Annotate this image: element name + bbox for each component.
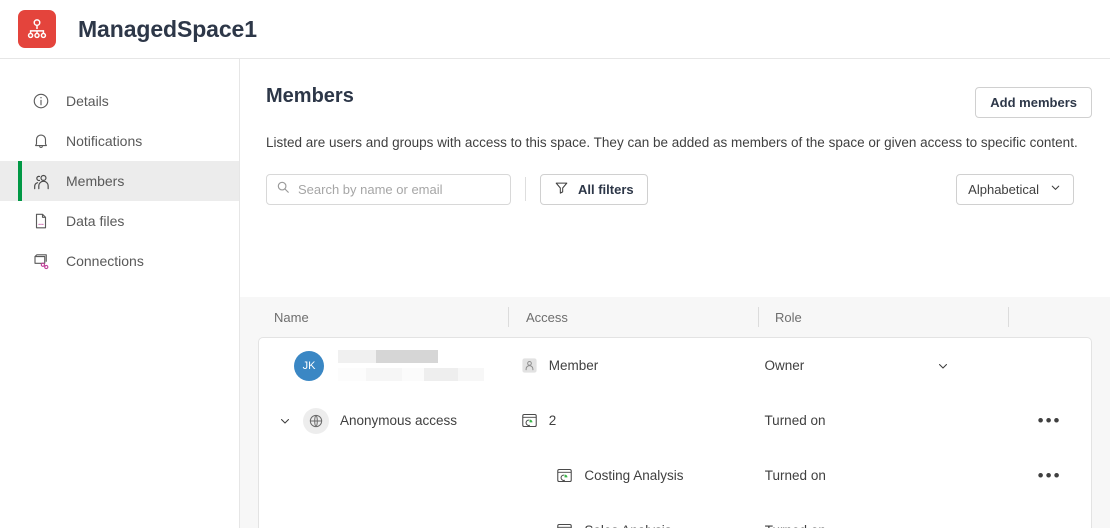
file-icon [30, 210, 52, 232]
cell-actions: ••• [1008, 522, 1091, 528]
hierarchy-icon [18, 10, 56, 48]
sidebar-item-label: Details [66, 93, 109, 109]
role-label: Turned on [764, 413, 826, 428]
sort-dropdown[interactable]: Alphabetical [956, 173, 1074, 205]
funnel-icon [554, 180, 569, 198]
members-table: Name Access Role JK Member Owner Anonymo… [240, 297, 1110, 528]
cell-actions: ••• [1008, 467, 1091, 484]
sidebar-item-connections[interactable]: Connections [0, 241, 239, 281]
column-header-role: Role [758, 297, 1008, 337]
column-header-name: Name [274, 309, 309, 325]
table-row[interactable]: Sales Analysis Turned on ••• [259, 503, 1091, 528]
bell-icon [30, 130, 52, 152]
role-label: Owner [764, 358, 805, 373]
column-header-access: Access [508, 297, 758, 337]
app-chart-icon [556, 522, 573, 528]
info-circle-icon [30, 90, 52, 112]
page-title: ManagedSpace1 [78, 15, 257, 42]
access-label: Member [548, 358, 599, 373]
sidebar: Details Notifications Members Data files… [0, 59, 240, 528]
group-name-label: Anonymous access [340, 413, 458, 428]
more-dots-icon[interactable]: ••• [1038, 522, 1062, 528]
cell-role: Turned on [764, 413, 1008, 428]
avatar: JK [294, 350, 324, 381]
more-dots-icon[interactable]: ••• [1038, 412, 1062, 429]
sidebar-item-label: Notifications [66, 133, 143, 149]
cell-role: Turned on [765, 468, 1008, 483]
table-header-row: Name Access Role [240, 297, 1110, 337]
members-card: JK Member Owner Anonymous access 2 Turne… [258, 337, 1092, 528]
all-filters-label: All filters [578, 181, 634, 197]
globe-icon [303, 407, 329, 434]
column-header-actions [1008, 297, 1093, 337]
members-toolbar: All filters Alphabetical [266, 173, 1092, 205]
connection-icon [30, 250, 52, 272]
people-icon [30, 170, 52, 192]
sidebar-item-notifications[interactable]: Notifications [0, 121, 239, 161]
toolbar-divider [525, 177, 526, 202]
cell-access: Costing Analysis [520, 467, 764, 484]
cell-access: Member [521, 357, 765, 374]
chevron-down-icon [1049, 181, 1062, 197]
role-label: Turned on [765, 523, 826, 528]
table-row[interactable]: JK Member Owner [259, 338, 1091, 393]
sidebar-item-data-files[interactable]: Data files [0, 201, 239, 241]
app-chart-icon [556, 467, 573, 484]
cell-access: 2 [521, 412, 765, 429]
sort-label: Alphabetical [968, 181, 1039, 197]
add-members-button[interactable]: Add members [975, 87, 1092, 118]
sidebar-item-label: Connections [66, 253, 144, 269]
expander-chevron-down-icon[interactable] [277, 413, 293, 429]
role-chevron-down-icon[interactable] [936, 359, 950, 373]
top-bar: ManagedSpace1 [0, 0, 1110, 59]
members-description: Listed are users and groups with access … [266, 135, 1078, 150]
table-row[interactable]: Costing Analysis Turned on ••• [259, 448, 1091, 503]
members-title: Members [266, 85, 354, 107]
access-label: 2 [548, 413, 557, 428]
table-row[interactable]: Anonymous access 2 Turned on ••• [259, 393, 1091, 448]
cell-actions: ••• [1008, 412, 1091, 429]
access-label: Sales Analysis [584, 523, 671, 528]
main-content: Members Add members Listed are users and… [240, 59, 1110, 528]
cell-role: Owner [764, 358, 1008, 373]
app-chart-icon [521, 412, 538, 429]
search-icon [276, 180, 290, 199]
members-header: Members Add members Listed are users and… [240, 59, 1110, 205]
sidebar-item-label: Data files [66, 213, 125, 229]
cell-access: Sales Analysis [520, 522, 764, 528]
cell-name: Anonymous access [277, 407, 521, 434]
role-label: Turned on [764, 468, 826, 483]
access-label: Costing Analysis [584, 468, 684, 483]
sidebar-item-details[interactable]: Details [0, 81, 239, 121]
member-person-icon [521, 357, 538, 374]
cell-name: JK [277, 350, 521, 381]
more-dots-icon[interactable]: ••• [1038, 467, 1062, 484]
cell-role: Turned on [765, 523, 1008, 528]
sidebar-item-members[interactable]: Members [0, 161, 239, 201]
all-filters-button[interactable]: All filters [540, 173, 648, 205]
search-box[interactable] [266, 173, 511, 205]
search-input[interactable] [298, 181, 501, 197]
redacted-user-identity [338, 350, 484, 381]
sidebar-item-label: Members [66, 173, 125, 189]
